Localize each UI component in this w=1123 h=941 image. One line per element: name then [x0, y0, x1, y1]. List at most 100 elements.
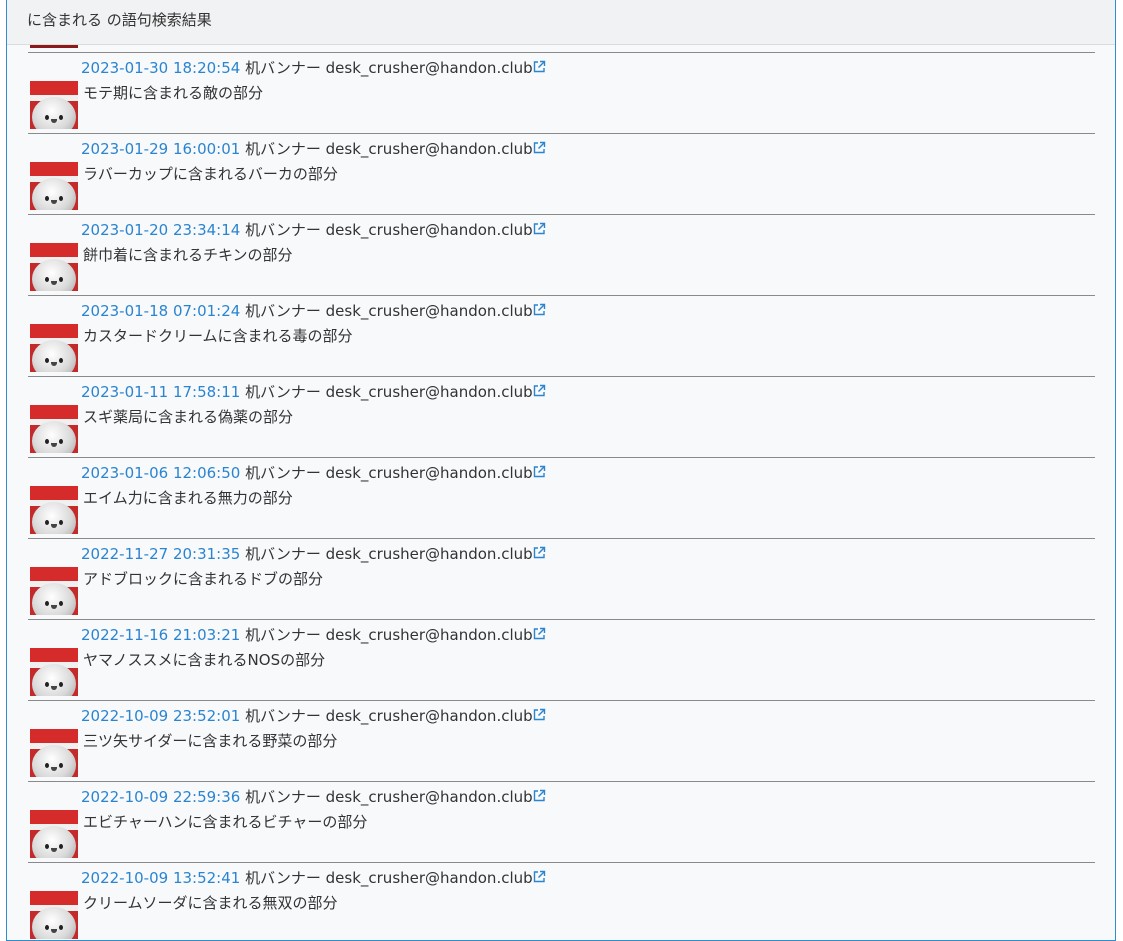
post-timestamp-link[interactable]: 2023-01-11 17:58:11	[81, 383, 240, 401]
post-handle: desk_crusher@handon.club	[325, 545, 533, 563]
avatar-face	[32, 502, 76, 534]
avatar[interactable]	[30, 243, 78, 291]
post-meta: 2023-01-30 18:20:54 机バンナー desk_crusher@h…	[81, 59, 533, 77]
avatar-face	[32, 421, 76, 453]
external-link-icon[interactable]	[531, 140, 547, 156]
avatar[interactable]	[30, 81, 78, 129]
post-item: 2022-10-09 23:52:01 机バンナー desk_crusher@h…	[28, 700, 1095, 781]
external-link-icon[interactable]	[531, 221, 547, 237]
post-timestamp-link[interactable]: 2022-10-09 13:52:41	[81, 869, 240, 887]
post-timestamp-link[interactable]: 2023-01-20 23:34:14	[81, 221, 240, 239]
avatar-eye	[45, 358, 49, 363]
avatar-face	[32, 583, 76, 615]
post-display-name: 机バンナー	[245, 626, 321, 644]
avatar[interactable]	[30, 729, 78, 777]
avatar[interactable]	[30, 162, 78, 210]
avatar-face	[32, 664, 76, 696]
post-meta: 2022-11-16 21:03:21 机バンナー desk_crusher@h…	[81, 626, 533, 644]
post-meta: 2022-10-09 13:52:41 机バンナー desk_crusher@h…	[81, 869, 533, 887]
post-content: ラバーカップに含まれるバーカの部分	[83, 165, 338, 183]
avatar[interactable]	[30, 810, 78, 858]
external-link-icon[interactable]	[531, 869, 547, 885]
post-content: 餅巾着に含まれるチキンの部分	[83, 246, 293, 264]
post-list: 2023-01-30 18:20:54 机バンナー desk_crusher@h…	[7, 52, 1115, 940]
post-timestamp-link[interactable]: 2023-01-06 12:06:50	[81, 464, 240, 482]
post-content: クリームソーダに含まれる無双の部分	[83, 894, 338, 912]
post-display-name: 机バンナー	[245, 869, 321, 887]
post-display-name: 机バンナー	[245, 140, 321, 158]
post-handle: desk_crusher@handon.club	[325, 221, 533, 239]
avatar-eye	[59, 763, 63, 768]
post-meta: 2023-01-18 07:01:24 机バンナー desk_crusher@h…	[81, 302, 533, 320]
post-item: 2023-01-06 12:06:50 机バンナー desk_crusher@h…	[28, 457, 1095, 538]
avatar[interactable]	[30, 648, 78, 696]
avatar[interactable]	[30, 324, 78, 372]
post-timestamp-link[interactable]: 2022-11-27 20:31:35	[81, 545, 240, 563]
avatar[interactable]	[30, 891, 78, 939]
external-link-icon[interactable]	[531, 464, 547, 480]
post-content: アドブロックに含まれるドブの部分	[83, 570, 324, 588]
avatar-eye	[45, 115, 49, 120]
external-link-icon[interactable]	[531, 545, 547, 561]
post-item: 2022-11-27 20:31:35 机バンナー desk_crusher@h…	[28, 538, 1095, 619]
post-content: 三ツ矢サイダーに含まれる野菜の部分	[83, 732, 338, 750]
post-timestamp-link[interactable]: 2022-10-09 23:52:01	[81, 707, 240, 725]
avatar-face	[32, 745, 76, 777]
external-link-icon[interactable]	[531, 626, 547, 642]
avatar-eye	[59, 196, 63, 201]
post-display-name: 机バンナー	[245, 383, 321, 401]
post-content: エイム力に含まれる無力の部分	[83, 489, 293, 507]
avatar[interactable]	[30, 405, 78, 453]
external-link-icon[interactable]	[531, 383, 547, 399]
avatar-eye	[59, 439, 63, 444]
post-item: 2023-01-11 17:58:11 机バンナー desk_crusher@h…	[28, 376, 1095, 457]
avatar-eye	[45, 601, 49, 606]
post-timestamp-link[interactable]: 2022-11-16 21:03:21	[81, 626, 240, 644]
post-item: 2023-01-30 18:20:54 机バンナー desk_crusher@h…	[28, 52, 1095, 133]
post-handle: desk_crusher@handon.club	[325, 626, 533, 644]
avatar-eye	[45, 925, 49, 930]
post-handle: desk_crusher@handon.club	[325, 869, 533, 887]
post-meta: 2023-01-20 23:34:14 机バンナー desk_crusher@h…	[81, 221, 533, 239]
post-timestamp-link[interactable]: 2022-10-09 22:59:36	[81, 788, 240, 806]
external-link-icon[interactable]	[531, 302, 547, 318]
post-display-name: 机バンナー	[245, 464, 321, 482]
post-meta: 2022-10-09 22:59:36 机バンナー desk_crusher@h…	[81, 788, 533, 806]
post-meta: 2022-11-27 20:31:35 机バンナー desk_crusher@h…	[81, 545, 533, 563]
post-timestamp-link[interactable]: 2023-01-30 18:20:54	[81, 59, 240, 77]
post-item: 2022-10-09 13:52:41 机バンナー desk_crusher@h…	[28, 862, 1095, 940]
post-item: 2023-01-20 23:34:14 机バンナー desk_crusher@h…	[28, 214, 1095, 295]
post-handle: desk_crusher@handon.club	[325, 302, 533, 320]
avatar[interactable]	[30, 486, 78, 534]
post-item: 2022-11-16 21:03:21 机バンナー desk_crusher@h…	[28, 619, 1095, 700]
avatar-face	[32, 97, 76, 129]
post-display-name: 机バンナー	[245, 221, 321, 239]
avatar-eye	[45, 439, 49, 444]
avatar-eye	[59, 925, 63, 930]
avatar-eye	[45, 277, 49, 282]
post-display-name: 机バンナー	[245, 59, 321, 77]
external-link-icon[interactable]	[531, 788, 547, 804]
post-display-name: 机バンナー	[245, 707, 321, 725]
avatar-eye	[45, 763, 49, 768]
post-display-name: 机バンナー	[245, 545, 321, 563]
post-item: 2023-01-18 07:01:24 机バンナー desk_crusher@h…	[28, 295, 1095, 376]
post-handle: desk_crusher@handon.club	[325, 707, 533, 725]
post-display-name: 机バンナー	[245, 302, 321, 320]
avatar[interactable]	[30, 567, 78, 615]
avatar-eye	[45, 196, 49, 201]
post-timestamp-link[interactable]: 2023-01-29 16:00:01	[81, 140, 240, 158]
avatar-face	[32, 340, 76, 372]
post-meta: 2023-01-11 17:58:11 机バンナー desk_crusher@h…	[81, 383, 533, 401]
post-display-name: 机バンナー	[245, 788, 321, 806]
avatar-eye	[59, 115, 63, 120]
external-link-icon[interactable]	[531, 59, 547, 75]
post-content: モテ期に含まれる敵の部分	[83, 84, 264, 102]
external-link-icon[interactable]	[531, 707, 547, 723]
post-timestamp-link[interactable]: 2023-01-18 07:01:24	[81, 302, 240, 320]
avatar-eye	[59, 844, 63, 849]
post-handle: desk_crusher@handon.club	[325, 59, 533, 77]
post-handle: desk_crusher@handon.club	[325, 464, 533, 482]
post-content: エビチャーハンに含まれるビチャーの部分	[83, 813, 368, 831]
avatar-eye	[59, 520, 63, 525]
